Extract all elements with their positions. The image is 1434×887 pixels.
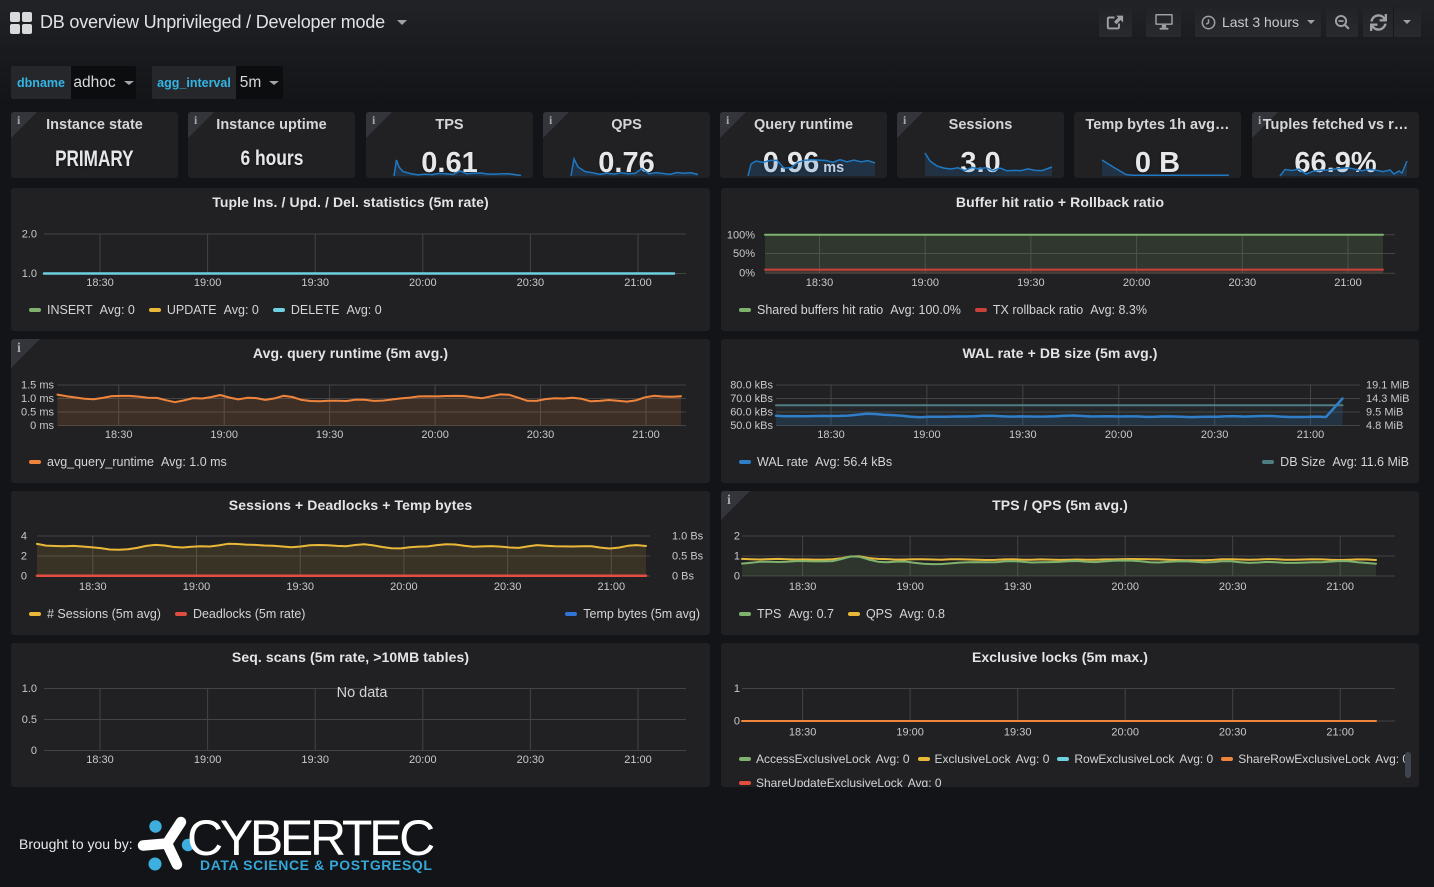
svg-text:70.0 kBs: 70.0 kBs: [730, 393, 773, 405]
svg-text:9.5 MiB: 9.5 MiB: [1366, 407, 1403, 419]
svg-text:19:00: 19:00: [896, 727, 924, 739]
svg-text:18:30: 18:30: [86, 277, 114, 289]
svg-text:21:00: 21:00: [1334, 277, 1362, 289]
svg-text:19:30: 19:30: [301, 277, 329, 289]
svg-text:20:30: 20:30: [1219, 727, 1247, 739]
svg-text:19:30: 19:30: [1004, 727, 1032, 739]
svg-text:1.0 ms: 1.0 ms: [21, 393, 55, 405]
svg-text:60.0 kBs: 60.0 kBs: [730, 407, 773, 419]
svg-text:19:00: 19:00: [913, 429, 941, 441]
svg-text:19.1 MiB: 19.1 MiB: [1366, 380, 1409, 392]
svg-text:21:00: 21:00: [624, 754, 652, 766]
svg-text:19:30: 19:30: [316, 429, 344, 441]
svg-text:20:30: 20:30: [1201, 429, 1229, 441]
svg-text:20:00: 20:00: [409, 754, 437, 766]
svg-text:0 ms: 0 ms: [30, 420, 54, 432]
svg-text:19:30: 19:30: [301, 754, 329, 766]
svg-text:0: 0: [734, 716, 740, 728]
svg-text:21:00: 21:00: [1326, 581, 1354, 593]
svg-text:19:30: 19:30: [1017, 277, 1045, 289]
svg-text:18:30: 18:30: [806, 277, 834, 289]
svg-text:20:00: 20:00: [390, 581, 418, 593]
svg-text:20:00: 20:00: [1123, 277, 1151, 289]
svg-text:20:30: 20:30: [494, 581, 522, 593]
svg-text:19:00: 19:00: [194, 277, 222, 289]
svg-text:21:00: 21:00: [598, 581, 626, 593]
svg-text:20:30: 20:30: [1219, 581, 1247, 593]
svg-text:1: 1: [734, 683, 740, 695]
svg-text:0: 0: [31, 745, 37, 757]
svg-text:20:30: 20:30: [1229, 277, 1257, 289]
svg-text:18:30: 18:30: [789, 581, 817, 593]
svg-text:0: 0: [734, 571, 740, 583]
svg-text:0.5 Bs: 0.5 Bs: [672, 551, 704, 563]
svg-text:4: 4: [21, 531, 27, 543]
svg-text:20:30: 20:30: [527, 429, 555, 441]
svg-text:19:00: 19:00: [896, 581, 924, 593]
svg-text:19:30: 19:30: [286, 581, 314, 593]
svg-text:1.0 Bs: 1.0 Bs: [672, 531, 704, 543]
svg-text:1: 1: [734, 551, 740, 563]
svg-text:1.5 ms: 1.5 ms: [21, 380, 55, 392]
svg-text:20:00: 20:00: [421, 429, 449, 441]
svg-text:0: 0: [21, 571, 27, 583]
svg-text:19:00: 19:00: [183, 581, 211, 593]
svg-text:19:00: 19:00: [194, 754, 222, 766]
svg-text:2: 2: [21, 551, 27, 563]
svg-text:21:00: 21:00: [1326, 727, 1354, 739]
svg-text:18:30: 18:30: [105, 429, 133, 441]
svg-text:20:00: 20:00: [1111, 727, 1139, 739]
svg-text:20:00: 20:00: [1105, 429, 1133, 441]
svg-text:20:00: 20:00: [1111, 581, 1139, 593]
svg-text:20:30: 20:30: [517, 754, 545, 766]
svg-text:19:30: 19:30: [1009, 429, 1037, 441]
svg-text:21:00: 21:00: [632, 429, 660, 441]
svg-text:0%: 0%: [739, 268, 755, 280]
svg-text:0 Bs: 0 Bs: [672, 571, 695, 583]
svg-text:18:30: 18:30: [86, 754, 114, 766]
svg-text:2.0: 2.0: [22, 229, 37, 241]
svg-text:4.8 MiB: 4.8 MiB: [1366, 420, 1403, 432]
svg-text:80.0 kBs: 80.0 kBs: [730, 380, 773, 392]
svg-text:20:30: 20:30: [517, 277, 545, 289]
svg-text:100%: 100%: [727, 229, 755, 241]
svg-text:20:00: 20:00: [409, 277, 437, 289]
svg-text:21:00: 21:00: [1297, 429, 1325, 441]
svg-text:50.0 kBs: 50.0 kBs: [730, 420, 773, 432]
svg-text:0.5 ms: 0.5 ms: [21, 407, 55, 419]
svg-text:0.5: 0.5: [22, 714, 37, 726]
svg-text:1.0: 1.0: [22, 683, 37, 695]
svg-text:19:00: 19:00: [210, 429, 238, 441]
svg-text:No data: No data: [337, 685, 389, 701]
svg-text:18:30: 18:30: [79, 581, 107, 593]
svg-text:50%: 50%: [733, 248, 755, 260]
svg-text:18:30: 18:30: [789, 727, 817, 739]
svg-text:2: 2: [734, 531, 740, 543]
svg-text:1.0: 1.0: [22, 268, 37, 280]
svg-text:19:30: 19:30: [1004, 581, 1032, 593]
svg-text:21:00: 21:00: [624, 277, 652, 289]
svg-text:18:30: 18:30: [817, 429, 845, 441]
svg-text:14.3 MiB: 14.3 MiB: [1366, 393, 1409, 405]
svg-text:19:00: 19:00: [911, 277, 939, 289]
